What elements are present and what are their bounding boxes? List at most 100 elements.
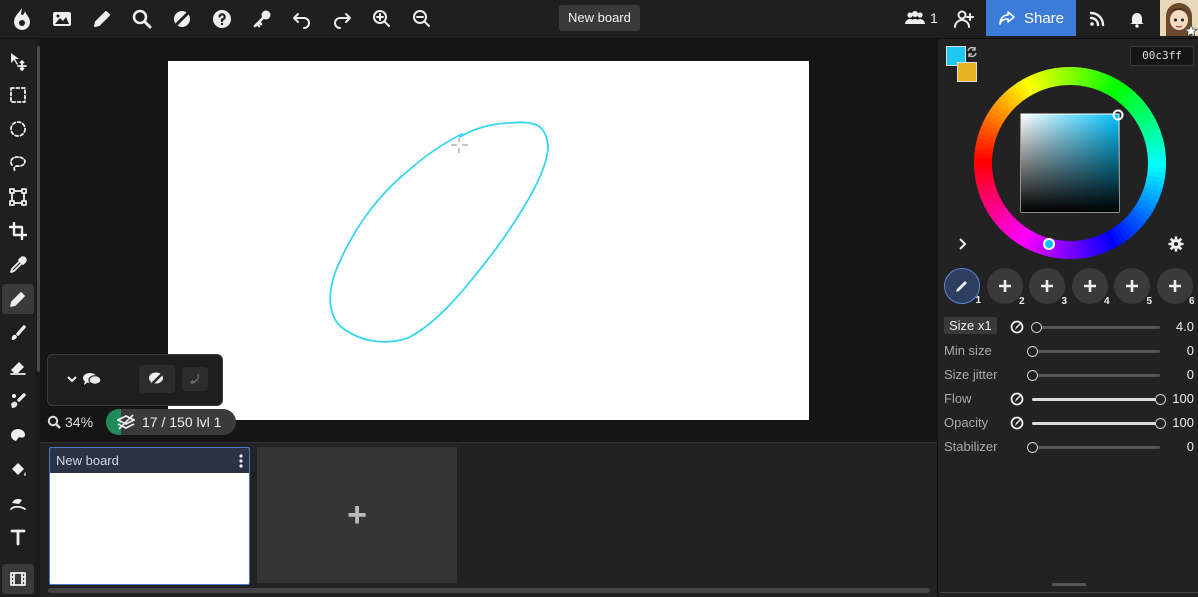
help-icon[interactable] xyxy=(207,4,237,34)
brush-setting-value: 0 xyxy=(1186,367,1194,382)
rect-select-icon[interactable] xyxy=(2,80,34,110)
brush-setting-value: 0 xyxy=(1186,439,1194,454)
brush-setting-row: Opacity 100 xyxy=(944,413,1194,433)
horizontal-scrollbar[interactable] xyxy=(48,588,930,593)
chevron-right-icon[interactable] xyxy=(956,237,968,251)
brush-tool-icon[interactable] xyxy=(2,318,34,348)
shape-tool-icon[interactable] xyxy=(2,488,34,518)
plus-icon xyxy=(1083,279,1097,293)
brush-setting-slider[interactable] xyxy=(1027,346,1160,357)
brush-setting-value: 100 xyxy=(1172,391,1194,406)
brush-setting-row: Flow 100 xyxy=(944,389,1194,409)
text-tool-icon[interactable] xyxy=(2,522,34,552)
lasso-select-icon[interactable] xyxy=(2,148,34,178)
gear-icon[interactable] xyxy=(1168,236,1184,252)
redo-icon[interactable] xyxy=(327,4,357,34)
plus-icon xyxy=(998,279,1012,293)
board-thumbnail-header: New board xyxy=(50,448,249,473)
brush-setting-slider[interactable] xyxy=(1027,442,1160,453)
zoom-level: 34% xyxy=(65,414,94,430)
zoom-out-icon[interactable] xyxy=(407,4,437,34)
crosshair-cursor-icon xyxy=(451,138,468,153)
mute-chat-button[interactable] xyxy=(139,365,175,393)
brush-slot[interactable]: 4 xyxy=(1071,268,1110,307)
brush-setting-slider[interactable] xyxy=(1032,418,1166,429)
add-board-button[interactable]: + xyxy=(257,447,457,583)
slider-knob[interactable] xyxy=(1027,346,1038,357)
brush-setting-row: Size jitter 0 xyxy=(944,365,1194,385)
users-count-label: 1 xyxy=(930,10,938,26)
panel-resize-handle[interactable] xyxy=(1052,583,1086,586)
swap-colors-icon[interactable] xyxy=(966,46,978,58)
brush-slot[interactable]: 2 xyxy=(986,268,1025,307)
eraser-icon[interactable] xyxy=(2,352,34,382)
add-user-icon[interactable] xyxy=(949,4,979,34)
color-wheel[interactable] xyxy=(970,63,1170,263)
brush-setting-label: Size jitter xyxy=(944,367,998,382)
plus-icon xyxy=(1168,279,1182,293)
smudge-icon[interactable] xyxy=(2,386,34,416)
brush-setting-row: Size x1 4.0 xyxy=(944,317,1194,337)
brush-setting-label[interactable]: Size x1 xyxy=(944,317,997,334)
brush-slot[interactable]: 5 xyxy=(1114,268,1152,307)
more-options-icon[interactable] xyxy=(239,454,243,468)
slider-knob[interactable] xyxy=(1155,394,1166,405)
app-logo-icon[interactable] xyxy=(7,4,37,34)
share-button[interactable]: Share xyxy=(986,0,1076,36)
brush-setting-slider[interactable] xyxy=(1030,322,1160,333)
board-title[interactable]: New board xyxy=(559,5,640,31)
online-users-button[interactable]: 1 xyxy=(904,8,938,28)
slider-knob[interactable] xyxy=(1155,418,1166,429)
brush-slot[interactable]: 3 xyxy=(1029,268,1067,307)
hue-picker-handle[interactable] xyxy=(1043,238,1055,250)
paint-bucket-icon[interactable] xyxy=(2,454,34,484)
brush-slot[interactable]: 1 xyxy=(944,268,981,306)
chat-widget xyxy=(47,354,223,406)
chat-muted-icon xyxy=(147,370,167,388)
pen-tool-icon[interactable] xyxy=(2,284,34,314)
brush-setting-slider[interactable] xyxy=(1032,394,1166,405)
pressure-toggle-icon[interactable] xyxy=(1010,392,1024,406)
image-icon[interactable] xyxy=(47,4,77,34)
contrast-icon[interactable] xyxy=(167,4,197,34)
rss-icon[interactable] xyxy=(1082,4,1112,34)
slider-knob[interactable] xyxy=(1027,442,1038,453)
plus-icon: + xyxy=(347,496,367,534)
magnifier-icon xyxy=(47,415,61,429)
pencil-icon[interactable] xyxy=(87,4,117,34)
brush-setting-value: 4.0 xyxy=(1175,319,1194,334)
slider-knob[interactable] xyxy=(1027,370,1038,381)
top-toolbar: New board 1 Share xyxy=(0,0,1198,39)
pressure-toggle-icon[interactable] xyxy=(1010,320,1024,334)
blend-icon[interactable] xyxy=(2,420,34,450)
chat-bubbles-icon xyxy=(82,371,102,387)
chevron-down-icon xyxy=(66,373,78,385)
move-tool-icon[interactable] xyxy=(2,46,34,76)
search-icon[interactable] xyxy=(127,4,157,34)
zoom-in-icon[interactable] xyxy=(367,4,397,34)
user-avatar[interactable] xyxy=(1160,0,1198,36)
layers-counter[interactable]: 17 / 150 lvl 1 xyxy=(106,409,236,435)
brush-setting-slider[interactable] xyxy=(1027,370,1160,381)
transform-icon[interactable] xyxy=(2,182,34,212)
undo-icon[interactable] xyxy=(287,4,317,34)
ellipse-select-icon[interactable] xyxy=(2,114,34,144)
zoom-indicator[interactable]: 34% xyxy=(47,412,93,432)
eyedropper-icon[interactable] xyxy=(2,250,34,280)
brush-slot-number: 1 xyxy=(975,295,981,306)
slider-knob[interactable] xyxy=(1030,322,1042,333)
bell-icon[interactable] xyxy=(1122,4,1152,34)
brush-slot[interactable]: 6 xyxy=(1156,268,1195,307)
voice-call-button[interactable] xyxy=(182,367,208,391)
layers-count-label: 17 / 150 lvl 1 xyxy=(142,414,222,430)
drawing-canvas[interactable] xyxy=(168,61,809,420)
brush-slot-number: 2 xyxy=(1018,296,1025,307)
board-thumbnail[interactable]: New board xyxy=(49,447,250,585)
crop-icon[interactable] xyxy=(2,216,34,246)
brush-setting-value: 0 xyxy=(1186,343,1194,358)
pressure-toggle-icon[interactable] xyxy=(1010,416,1024,430)
film-icon[interactable] xyxy=(2,564,34,594)
chat-toggle-button[interactable] xyxy=(64,367,104,391)
saturation-value-square[interactable] xyxy=(1020,113,1120,213)
key-icon[interactable] xyxy=(247,4,277,34)
